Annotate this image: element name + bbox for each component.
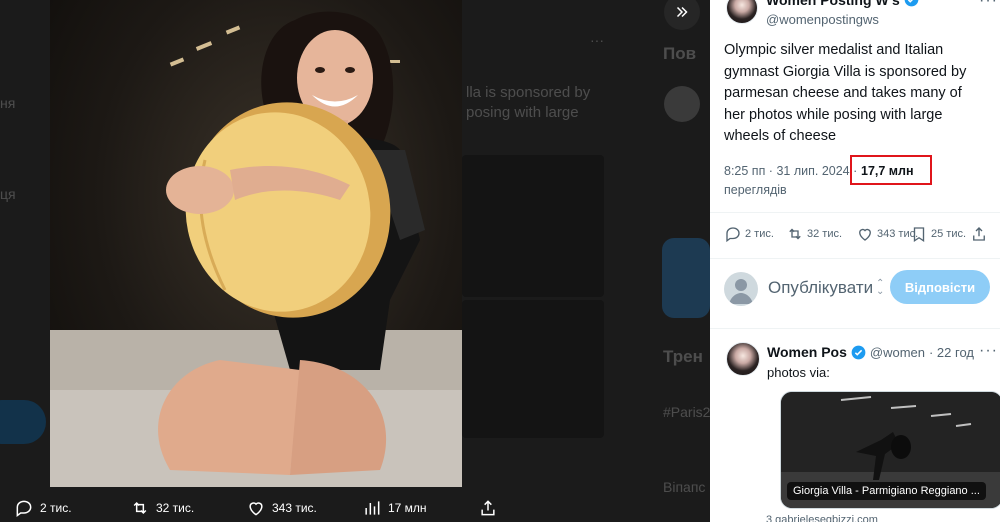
tweet-action-bar: 2 тис. 32 тис. 343 тис. 25 тис.	[724, 225, 996, 247]
ghost-word: Віпапс	[663, 479, 706, 495]
reply-input[interactable]: Опублікувати	[768, 278, 872, 298]
ghost-avatar	[664, 86, 700, 122]
ghost-side-text: ця	[0, 186, 16, 202]
viewer-views-count: 17 млн	[388, 501, 427, 515]
like-icon	[249, 502, 263, 516]
viewer-share-button[interactable]	[478, 494, 498, 522]
author-name[interactable]: Women Posting W's	[766, 0, 900, 8]
ghost-side-text: ня	[0, 95, 16, 111]
retweet-icon	[133, 501, 147, 515]
like-button[interactable]: 343 тис.	[856, 225, 918, 243]
verified-badge-icon	[851, 345, 866, 359]
ghost-card	[662, 238, 710, 318]
retweet-count: 32 тис.	[807, 228, 843, 240]
reply-submit-button[interactable]: Відповісти	[890, 270, 990, 304]
reply-author-name[interactable]: Women Pos	[767, 344, 847, 360]
ghost-post-button	[0, 400, 46, 444]
more-options-icon[interactable]: ···	[979, 0, 998, 10]
like-icon	[859, 228, 871, 241]
reply-button[interactable]: 2 тис.	[724, 225, 774, 243]
share-icon	[973, 227, 985, 241]
verified-badge-icon	[904, 0, 919, 7]
divider	[710, 212, 1000, 213]
divider	[710, 258, 1000, 259]
reply-count: 2 тис.	[745, 228, 774, 240]
reply-text: photos via:	[767, 365, 830, 380]
tweet-header: Women Posting W's @womenpostingws ···	[722, 0, 1000, 32]
viewer-reply-count: 2 тис.	[40, 501, 72, 515]
tweet-text: Olympic silver medalist and Italian gymn…	[724, 42, 967, 144]
tweet-views-suffix: переглядів	[724, 183, 787, 197]
gymnast-with-cheese-illustration	[50, 11, 462, 487]
double-chevron-right-icon	[676, 6, 688, 18]
viewer-like-count: 343 тис.	[272, 501, 317, 515]
ghost-dots: ···	[590, 32, 604, 48]
ghost-section-title: Пов	[663, 44, 697, 63]
scroll-arrows-icon: ⌃ ⌄	[876, 278, 885, 297]
views-icon	[365, 501, 380, 515]
ghost-hashtag: #Paris2	[663, 404, 710, 420]
share-button[interactable]	[970, 225, 988, 243]
ghost-section-title: Трен	[663, 347, 703, 366]
viewer-reply-button[interactable]: 2 тис.	[14, 494, 72, 522]
reply-time[interactable]: · 22 год	[929, 345, 974, 360]
reply-author-handle[interactable]: @women	[870, 345, 925, 360]
viewer-like-button[interactable]: 343 тис.	[246, 494, 317, 522]
views-highlight-box	[850, 155, 932, 185]
ghost-media	[462, 300, 604, 438]
more-options-icon[interactable]: ···	[979, 342, 998, 360]
viewer-views-button[interactable]: 17 млн	[362, 494, 427, 522]
reply-composer: Опублікувати ⌃ ⌄ Відповісти	[724, 270, 996, 310]
share-icon	[481, 500, 495, 516]
ghost-media	[462, 155, 604, 297]
link-card[interactable]: Giorgia Villa - Parmigiano Reggiano ...	[780, 391, 1000, 509]
bookmark-button[interactable]: 25 тис.	[910, 225, 966, 243]
bookmark-count: 25 тис.	[931, 228, 967, 240]
viewer-retweet-button[interactable]: 32 тис.	[130, 494, 194, 522]
author-handle[interactable]: @womenpostingws	[766, 12, 879, 27]
tweet-timestamp[interactable]: 8:25 пп · 31 лип. 2024 ·	[724, 164, 857, 178]
tweet-detail-panel: Women Posting W's @womenpostingws ··· Ol…	[710, 0, 1000, 522]
reply-author-avatar[interactable]	[726, 342, 760, 376]
link-card-title: Giorgia Villa - Parmigiano Reggiano ...	[787, 482, 986, 500]
media-photo[interactable]	[50, 0, 462, 487]
author-avatar[interactable]	[726, 0, 758, 24]
reply-icon	[16, 500, 32, 517]
viewer-retweet-count: 32 тис.	[156, 501, 195, 515]
retweet-icon	[789, 228, 801, 240]
link-card-domain: 3 gabrielesegbizzi.com	[766, 514, 878, 522]
viewer-action-bar: 2 тис. 32 тис. 343 тис. 17 млн	[0, 494, 710, 522]
reply-icon	[726, 227, 740, 243]
bookmark-icon	[913, 227, 925, 243]
retweet-button[interactable]: 32 тис.	[786, 225, 842, 243]
divider	[710, 328, 1000, 329]
default-avatar-icon	[729, 279, 753, 304]
ghost-tweet-text: posing with large	[466, 104, 579, 121]
ghost-tweet-text: lla is sponsored by	[466, 84, 591, 101]
user-avatar	[724, 272, 758, 306]
